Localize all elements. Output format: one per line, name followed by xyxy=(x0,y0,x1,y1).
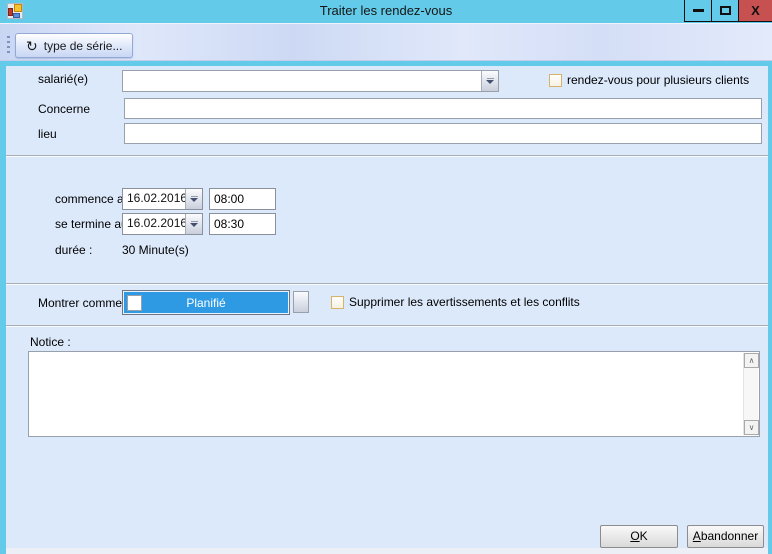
scroll-down-button[interactable]: ∨ xyxy=(744,420,759,435)
status-color-swatch xyxy=(127,295,142,311)
notice-label: Notice : xyxy=(30,335,71,349)
duree-label: durée : xyxy=(55,243,93,257)
scroll-up-icon: ∧ xyxy=(748,356,755,365)
concerne-label: Concerne xyxy=(38,102,91,116)
close-button[interactable]: X xyxy=(738,0,772,22)
cancel-button[interactable]: Abandonner xyxy=(687,525,764,548)
window-title: Traiter les rendez-vous xyxy=(319,3,453,18)
termine-date-dropdown-button[interactable] xyxy=(185,214,202,234)
lieu-input[interactable] xyxy=(124,123,762,144)
salarie-combobox-value xyxy=(123,71,481,91)
window-controls: X xyxy=(684,0,772,23)
commence-date-value: 16.02.2016 xyxy=(127,191,185,205)
supprimer-checkbox[interactable] xyxy=(331,296,344,309)
series-type-label: type de série... xyxy=(43,38,123,53)
concerne-input[interactable] xyxy=(124,98,762,119)
chevron-down-icon xyxy=(190,198,198,202)
notice-box: ∧ ∨ xyxy=(28,351,760,437)
scroll-up-button[interactable]: ∧ xyxy=(744,353,759,368)
notice-textarea[interactable] xyxy=(30,353,744,435)
titlebar[interactable]: Traiter les rendez-vous X xyxy=(0,0,772,23)
salarie-label: salarié(e) xyxy=(38,72,89,86)
multi-clients-checkbox[interactable] xyxy=(549,74,562,87)
toolbar: ↻ type de série... xyxy=(0,23,772,61)
notice-scrollbar[interactable]: ∧ ∨ xyxy=(743,353,759,435)
separator xyxy=(6,283,768,284)
commence-date-picker[interactable]: 16.02.2016 xyxy=(122,188,203,210)
series-type-button[interactable]: ↻ type de série... xyxy=(15,33,134,58)
dialog-window: Traiter les rendez-vous X ↻ type de séri… xyxy=(0,0,772,554)
commence-time-input[interactable] xyxy=(209,188,276,210)
supprimer-label[interactable]: Supprimer les avertissements et les conf… xyxy=(349,295,580,309)
scroll-down-icon: ∨ xyxy=(748,423,755,432)
commence-date-dropdown-button[interactable] xyxy=(185,189,202,209)
separator xyxy=(6,325,768,326)
separator xyxy=(6,155,768,156)
chevron-down-icon xyxy=(486,80,494,84)
close-icon: X xyxy=(751,3,760,18)
duree-value: 30 Minute(s) xyxy=(122,243,189,257)
toolbar-grip[interactable] xyxy=(7,36,10,56)
maximize-button[interactable] xyxy=(711,0,738,22)
chevron-down-icon xyxy=(190,223,198,227)
montrer-label: Montrer comme : xyxy=(38,296,129,310)
recurrence-icon: ↻ xyxy=(26,37,38,54)
termine-date-value: 16.02.2016 xyxy=(127,216,185,230)
montrer-dropdown-button[interactable] xyxy=(293,291,309,313)
ok-button[interactable]: OK xyxy=(600,525,678,548)
lieu-label: lieu xyxy=(38,127,57,141)
bottom-strip xyxy=(6,548,768,554)
termine-time-input[interactable] xyxy=(209,213,276,235)
montrer-combobox-value: Planifié xyxy=(186,295,226,310)
montrer-combobox[interactable]: Planifié xyxy=(122,290,290,315)
maximize-icon xyxy=(719,6,731,15)
salarie-dropdown-button[interactable] xyxy=(481,71,498,91)
minimize-button[interactable] xyxy=(684,0,711,22)
salarie-combobox[interactable] xyxy=(122,70,499,92)
termine-date-picker[interactable]: 16.02.2016 xyxy=(122,213,203,235)
multi-clients-label[interactable]: rendez-vous pour plusieurs clients xyxy=(567,73,749,87)
minimize-icon xyxy=(692,9,704,12)
